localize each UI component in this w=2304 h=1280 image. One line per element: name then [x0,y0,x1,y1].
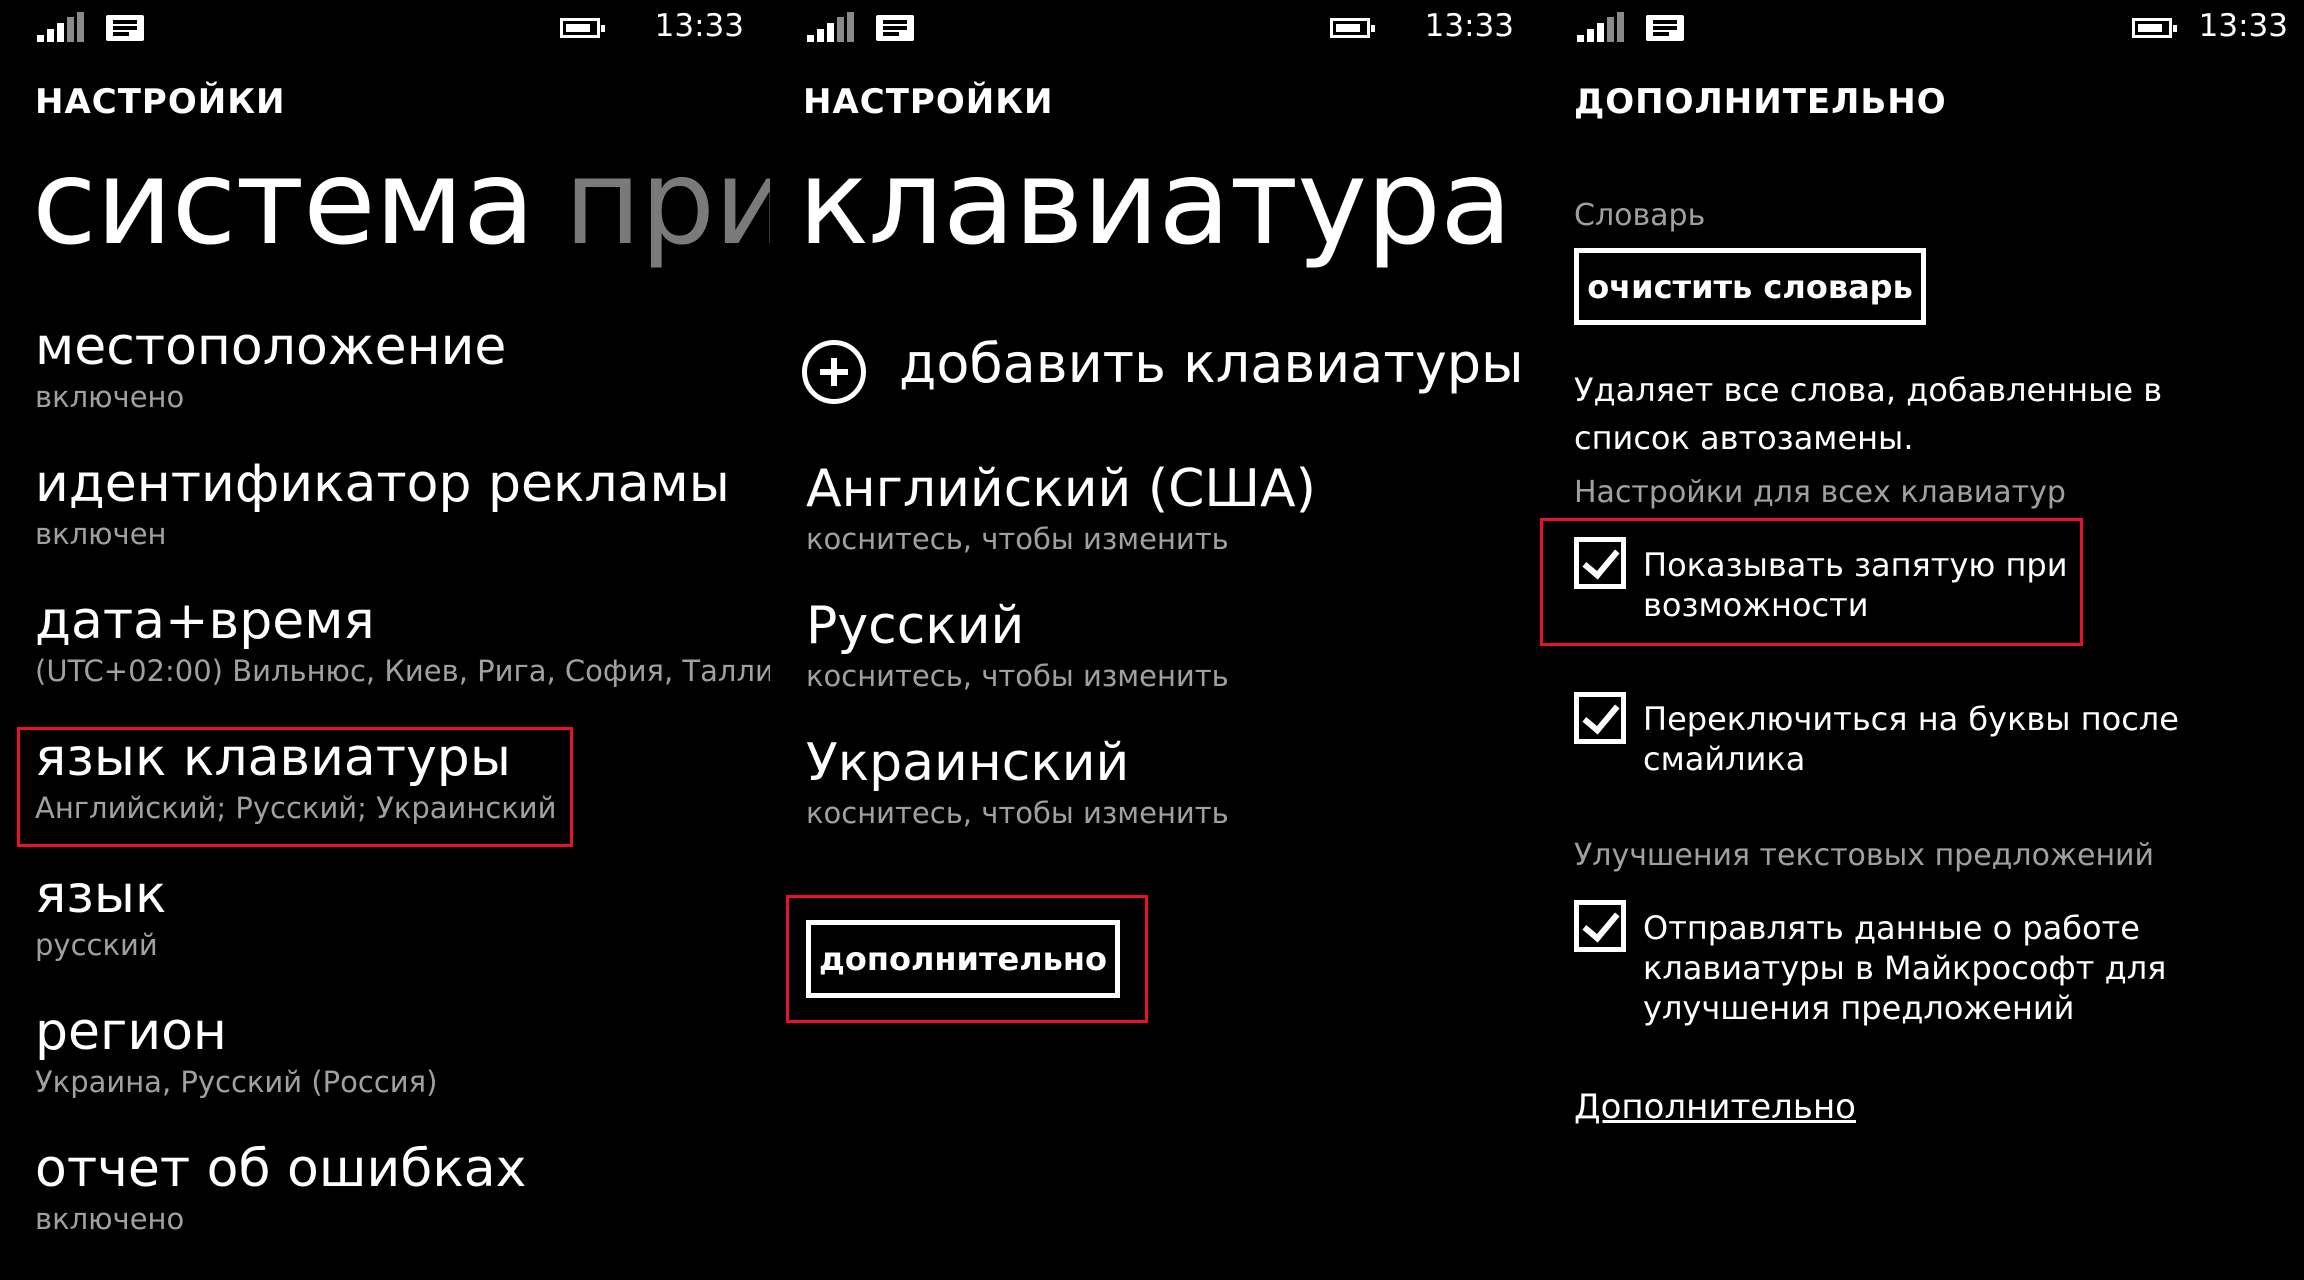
switch-letters-label-line2: смайлика [1643,740,1806,778]
battery-icon [1330,18,1375,38]
add-circle-icon [802,340,866,404]
pivot-tab-system[interactable]: система [32,133,535,271]
pivot-header: системаприлс [32,137,770,268]
keyboard-subtitle: коснитесь, чтобы изменить [806,795,1229,830]
clear-description-line1: Удаляет все слова, добавленные в [1574,371,2163,409]
setting-title: дата+время [35,591,375,651]
status-bar: 13:33 [1540,0,2304,56]
advanced-button[interactable]: дополнительно [806,920,1120,998]
setting-title: идентификатор рекламы [35,454,730,514]
setting-subtitle: (UTC+02:00) Вильнюс, Киев, Рига, София, … [35,653,770,688]
show-comma-label-line2: возможности [1643,586,1869,624]
keyboard-item-russian[interactable]: Русский коснитесь, чтобы изменить [806,596,1229,693]
clock: 13:33 [1424,8,1514,44]
setting-title: местоположение [35,317,507,377]
setting-subtitle: русский [35,927,158,962]
all-keyboards-settings-label: Настройки для всех клавиатур [1574,475,2066,510]
send-data-microsoft-checkbox[interactable] [1574,900,1626,952]
keyboard-subtitle: коснитесь, чтобы изменить [806,658,1229,693]
send-data-label-line2: клавиатуры в Майкрософт для [1643,949,2167,987]
battery-icon [2132,18,2177,38]
signal-strength-icon [807,12,855,42]
send-data-label-line1: Отправлять данные о работе [1643,909,2140,947]
keyboard-title: Украинский [806,733,1130,793]
keyboard-item-english[interactable]: Английский (США) коснитесь, чтобы измени… [806,459,1316,556]
setting-subtitle: включен [35,516,167,551]
keyboard-panel: 13:33 НАСТРОЙКИ клавиатура добавить клав… [770,0,1540,1280]
setting-subtitle: включено [35,379,185,414]
keyboard-title: Русский [806,596,1025,656]
keyboard-item-ukrainian[interactable]: Украинский коснитесь, чтобы изменить [806,733,1229,830]
show-comma-label-line1: Показывать запятую при [1643,546,2068,584]
switch-letters-after-emoji-checkbox[interactable] [1574,692,1626,744]
notification-message-icon [106,15,144,41]
setting-language[interactable]: язык русский [35,865,167,962]
setting-title: отчет об ошибках [35,1139,527,1199]
setting-title: язык [35,865,167,925]
settings-system-panel: 13:33 НАСТРОЙКИ системаприлс местоположе… [0,0,770,1280]
setting-error-reporting[interactable]: отчет об ошибках включено [35,1139,527,1236]
setting-region[interactable]: регион Украина, Русский (Россия) [35,1002,438,1099]
app-title: НАСТРОЙКИ [35,82,286,122]
more-link[interactable]: Дополнительно [1574,1087,1856,1127]
advanced-panel: 13:33 ДОПОЛНИТЕЛЬНО Словарь очистить сло… [1540,0,2304,1280]
dictionary-label: Словарь [1574,198,1706,233]
switch-letters-label-line1: Переключиться на буквы после [1643,700,2179,738]
show-comma-checkbox[interactable] [1574,537,1626,589]
add-keyboards-label: добавить клавиатуры [899,332,1524,395]
notification-message-icon [876,15,914,41]
clear-description-line2: список автозамены. [1574,419,1914,457]
app-title: НАСТРОЙКИ [803,82,1054,122]
setting-subtitle: Украина, Русский (Россия) [35,1064,438,1099]
status-bar: 13:33 [770,0,1540,56]
setting-title: регион [35,1002,227,1062]
clock: 13:33 [654,8,744,44]
suggestions-label: Улучшения текстовых предложений [1574,838,2155,873]
clear-dictionary-button[interactable]: очистить словарь [1574,248,1926,325]
signal-strength-icon [1577,12,1625,42]
setting-subtitle: включено [35,1201,185,1236]
clock: 13:33 [2198,8,2288,44]
notification-message-icon [1646,15,1684,41]
setting-advertising-id[interactable]: идентификатор рекламы включен [35,454,730,551]
signal-strength-icon [37,12,85,42]
send-data-label-line3: улучшения предложений [1643,989,2075,1027]
app-title: ДОПОЛНИТЕЛЬНО [1574,82,1947,122]
setting-location[interactable]: местоположение включено [35,317,507,414]
keyboard-subtitle: коснитесь, чтобы изменить [806,521,1229,556]
highlight-frame [17,727,573,847]
battery-icon [560,18,605,38]
keyboard-title: Английский (США) [806,459,1316,519]
status-bar: 13:33 [0,0,770,56]
pivot-tab-applications[interactable]: прилс [564,133,770,271]
setting-date-time[interactable]: дата+время (UTC+02:00) Вильнюс, Киев, Ри… [35,591,770,688]
page-title: клавиатура [798,133,1512,271]
